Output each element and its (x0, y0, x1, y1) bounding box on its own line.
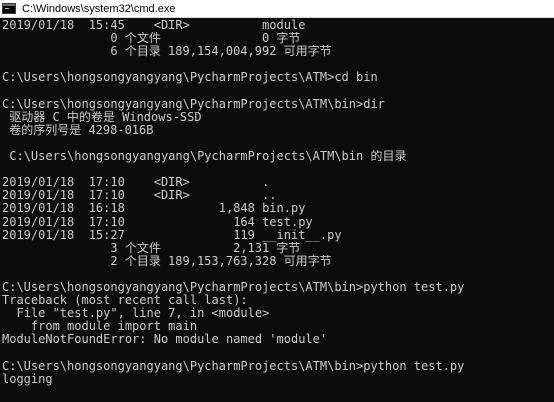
console-line: 0 个文件 0 字节 (2, 32, 301, 46)
console-line: 驱动器 C 中的卷是 Windows-SSD (2, 110, 202, 124)
title-bar[interactable]: C:\Windows\system32\cmd.exe (0, 0, 554, 18)
console-line: 2019/01/18 17:10 <DIR> . (2, 176, 270, 190)
console-line: 2019/01/18 16:18 1,848 bin.py (2, 202, 306, 216)
console-line: 2 个目录 189,153,763,328 可用字节 (2, 254, 332, 268)
console-line: 2019/01/18 15:45 <DIR> module (2, 19, 306, 32)
console-line: C:\Users\hongsongyangyang\PycharmProject… (2, 150, 407, 163)
console-line: 卷的序列号是 4298-016B (2, 123, 154, 137)
console-output[interactable]: 2019/01/18 15:45 <DIR> module 0 个文件 0 字节… (0, 0, 554, 402)
console-line: 2019/01/18 17:10 <DIR> .. (2, 189, 277, 203)
console-line: 6 个目录 189,154,004,992 可用字节 (2, 45, 332, 59)
console-line: from module import main (2, 320, 198, 334)
console-line: 2019/01/18 15:27 119 __init__.py (2, 228, 342, 242)
console-line: logging (2, 372, 53, 386)
console-line: 3 个文件 2,131 字节 (2, 241, 301, 255)
console-line: Traceback (most recent call last): (2, 294, 248, 308)
console-app-icon (2, 3, 16, 14)
cmd-window: 2019/01/18 15:45 <DIR> module 0 个文件 0 字节… (0, 0, 554, 402)
console-line: C:\Users\hongsongyangyang\PycharmProject… (2, 359, 465, 373)
window-title: C:\Windows\system32\cmd.exe (22, 2, 176, 15)
console-line: C:\Users\hongsongyangyang\PycharmProject… (2, 97, 385, 111)
console-line: C:\Users\hongsongyangyang\PycharmProject… (2, 71, 378, 85)
console-line: C:\Users\hongsongyangyang\PycharmProject… (2, 281, 465, 294)
console-line: 2019/01/18 17:10 164 test.py (2, 215, 313, 229)
console-line: File "test.py", line 7, in <module> (2, 307, 270, 321)
console-line: ModuleNotFoundError: No module named 'mo… (2, 333, 328, 347)
